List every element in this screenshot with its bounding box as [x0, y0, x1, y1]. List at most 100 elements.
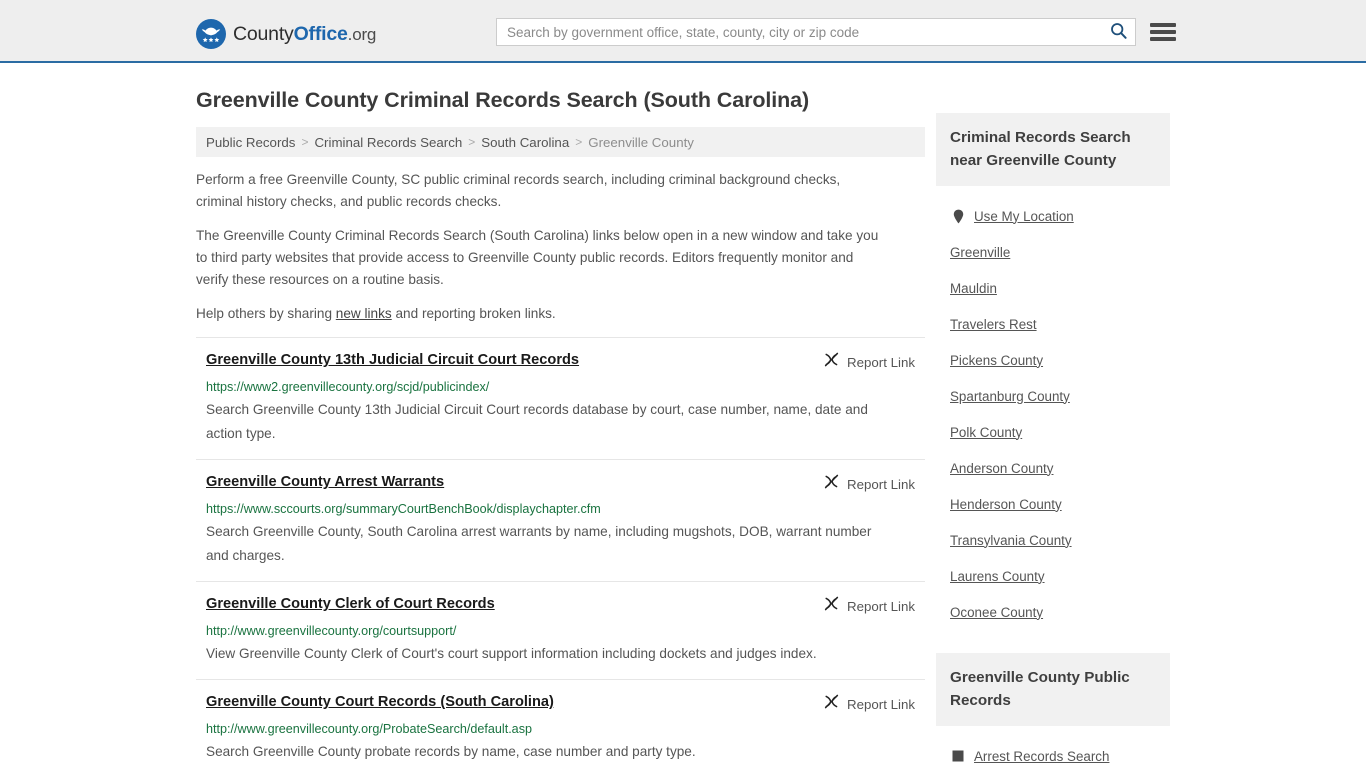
result-header: Greenville County Clerk of Court Records [206, 595, 925, 616]
result-url[interactable]: https://www.sccourts.org/summaryCourtBen… [206, 501, 925, 517]
breadcrumb: Public Records > Criminal Records Search… [196, 127, 925, 157]
site-logo-text: CountyOffice.org [233, 23, 376, 46]
sidebar-item-travelers-rest[interactable]: Travelers Rest [950, 306, 1170, 342]
square-icon [950, 748, 966, 764]
broken-link-icon [824, 352, 839, 372]
result-item: Greenville County Court Records (South C… [196, 679, 925, 768]
result-url[interactable]: https://www2.greenvillecounty.org/scjd/p… [206, 379, 925, 395]
result-header: Greenville County Arrest Warrants Report… [206, 473, 925, 494]
result-description: Search Greenville County, South Carolina… [206, 524, 872, 563]
sidebar-item-pickens-county[interactable]: Pickens County [950, 342, 1170, 378]
sidebar-public-records-list: Arrest Records Search Court Records Sear… [936, 738, 1170, 768]
sidebar-item-transylvania-county[interactable]: Transylvania County [950, 522, 1170, 558]
sidebar-item-oconee-county[interactable]: Oconee County [950, 594, 1170, 630]
report-link-label: Report Link [847, 598, 915, 614]
page-title: Greenville County Criminal Records Searc… [196, 88, 810, 112]
intro-paragraph-3: Help others by sharing new links and rep… [196, 303, 886, 325]
menu-bar-3 [1150, 37, 1176, 41]
brand-part-org: .org [347, 24, 377, 44]
result-title-link[interactable]: Greenville County Clerk of Court Records [206, 595, 495, 613]
report-link-label: Report Link [847, 696, 915, 712]
sidebar-link[interactable]: Laurens County [950, 569, 1045, 584]
sidebar-item-arrest-records-search[interactable]: Arrest Records Search [950, 738, 1170, 768]
result-description: Search Greenville County 13th Judicial C… [206, 402, 868, 441]
sidebar-item-polk-county[interactable]: Polk County [950, 414, 1170, 450]
result-item: Greenville County Arrest Warrants Report… [196, 459, 925, 581]
sidebar: Criminal Records Search near Greenville … [936, 113, 1170, 768]
sidebar-item-greenville[interactable]: Greenville [950, 234, 1170, 270]
results-list: Greenville County 13th Judicial Circuit … [196, 337, 925, 768]
breadcrumb-separator: > [468, 135, 476, 149]
result-url[interactable]: http://www.greenvillecounty.org/ProbateS… [206, 721, 925, 737]
report-link-button[interactable]: Report Link [824, 474, 915, 494]
countyoffice-eagle-icon [196, 19, 226, 49]
sidebar-item-anderson-county[interactable]: Anderson County [950, 450, 1170, 486]
sidebar-item-henderson-county[interactable]: Henderson County [950, 486, 1170, 522]
sidebar-link[interactable]: Spartanburg County [950, 389, 1070, 404]
report-link-label: Report Link [847, 476, 915, 492]
broken-link-icon [824, 596, 839, 616]
intro-paragraph-2: The Greenville County Criminal Records S… [196, 228, 879, 287]
breadcrumb-item-south-carolina[interactable]: South Carolina [481, 135, 569, 150]
menu-bar-1 [1150, 23, 1176, 27]
result-header: Greenville County Court Records (South C… [206, 693, 925, 714]
result-title-link[interactable]: Greenville County Court Records (South C… [206, 693, 554, 711]
content-columns: Public Records > Criminal Records Search… [196, 113, 1170, 768]
intro-p3-before: Help others by sharing [196, 306, 336, 321]
report-link-label: Report Link [847, 354, 915, 370]
search-bar [496, 18, 1136, 46]
sidebar-link[interactable]: Greenville [950, 245, 1010, 260]
sidebar-link[interactable]: Anderson County [950, 461, 1053, 476]
search-input[interactable] [497, 19, 1101, 45]
broken-link-icon [824, 694, 839, 714]
search-icon [1110, 22, 1127, 42]
sidebar-link[interactable]: Mauldin [950, 281, 997, 296]
result-title-link[interactable]: Greenville County Arrest Warrants [206, 473, 444, 491]
intro-section: Perform a free Greenville County, SC pub… [196, 157, 925, 325]
brand-part-county: County [233, 22, 294, 45]
new-links-link[interactable]: new links [336, 306, 392, 321]
sidebar-item-use-my-location[interactable]: Use My Location [950, 198, 1170, 234]
sidebar-link[interactable]: Polk County [950, 425, 1022, 440]
site-header: CountyOffice.org [0, 0, 1366, 63]
result-url[interactable]: http://www.greenvillecounty.org/courtsup… [206, 623, 925, 639]
hamburger-menu-icon[interactable] [1150, 20, 1176, 44]
sidebar-link[interactable]: Oconee County [950, 605, 1043, 620]
result-item: Greenville County Clerk of Court Records [196, 581, 925, 679]
brand-part-office: Office [293, 22, 348, 45]
sidebar-item-mauldin[interactable]: Mauldin [950, 270, 1170, 306]
result-description: View Greenville County Clerk of Court's … [206, 646, 817, 661]
breadcrumb-separator: > [301, 135, 309, 149]
map-pin-icon [950, 208, 966, 224]
result-item: Greenville County 13th Judicial Circuit … [196, 337, 925, 459]
breadcrumb-item-criminal-records-search[interactable]: Criminal Records Search [314, 135, 462, 150]
intro-paragraph-1: Perform a free Greenville County, SC pub… [196, 172, 841, 209]
breadcrumb-item-public-records[interactable]: Public Records [206, 135, 295, 150]
result-header: Greenville County 13th Judicial Circuit … [206, 351, 925, 372]
sidebar-link[interactable]: Transylvania County [950, 533, 1072, 548]
sidebar-nearby-list: Use My Location Greenville Mauldin Trave… [936, 198, 1170, 630]
sidebar-link[interactable]: Pickens County [950, 353, 1043, 368]
breadcrumb-separator: > [575, 135, 583, 149]
sidebar-link[interactable]: Henderson County [950, 497, 1062, 512]
result-title-link[interactable]: Greenville County 13th Judicial Circuit … [206, 351, 579, 369]
main-column: Public Records > Criminal Records Search… [196, 113, 925, 768]
intro-p3-after: and reporting broken links. [391, 306, 556, 321]
report-link-button[interactable]: Report Link [824, 596, 915, 616]
report-link-button[interactable]: Report Link [824, 352, 915, 372]
sidebar-item-spartanburg-county[interactable]: Spartanburg County [950, 378, 1170, 414]
result-description: Search Greenville County probate records… [206, 744, 696, 759]
sidebar-public-records-heading: Greenville County Public Records [936, 653, 1170, 726]
breadcrumb-item-greenville-county: Greenville County [588, 134, 694, 150]
menu-bar-2 [1150, 30, 1176, 34]
site-logo[interactable]: CountyOffice.org [196, 19, 376, 49]
sidebar-link[interactable]: Travelers Rest [950, 317, 1037, 332]
search-button[interactable] [1101, 19, 1135, 45]
broken-link-icon [824, 474, 839, 494]
report-link-button[interactable]: Report Link [824, 694, 915, 714]
arrest-records-search-link[interactable]: Arrest Records Search [974, 749, 1109, 764]
use-my-location-link[interactable]: Use My Location [974, 209, 1074, 224]
page-container: Greenville County Criminal Records Searc… [0, 63, 1366, 768]
sidebar-item-laurens-county[interactable]: Laurens County [950, 558, 1170, 594]
sidebar-nearby-heading: Criminal Records Search near Greenville … [936, 113, 1170, 186]
